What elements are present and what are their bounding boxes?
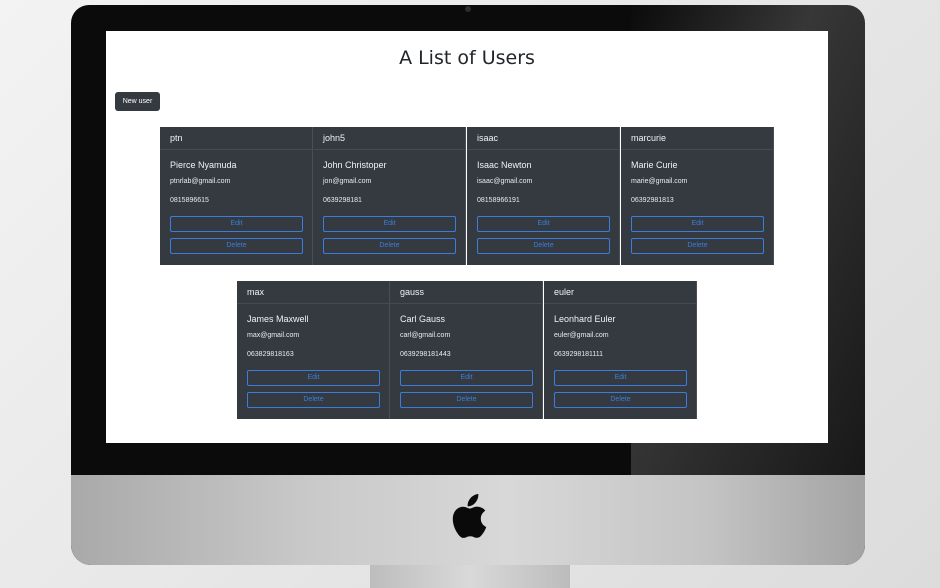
edit-button[interactable]: Edit xyxy=(247,370,380,386)
card-phone: 0639298181 xyxy=(323,197,362,204)
card-header: isaac xyxy=(467,127,620,150)
card-header: gauss xyxy=(390,281,543,304)
card-email: carl@gmail.com xyxy=(400,332,451,339)
edit-button[interactable]: Edit xyxy=(170,216,303,232)
card-phone: 0815896615 xyxy=(170,197,209,204)
camera-icon xyxy=(465,6,471,12)
card-phone: 0639298181111 xyxy=(554,351,604,358)
new-user-button[interactable]: New user xyxy=(115,92,160,111)
card-username: max xyxy=(247,287,265,297)
card-phone: 0639298181443 xyxy=(400,351,451,358)
card-fullname: Marie Curie xyxy=(631,160,678,170)
card-header: marcurie xyxy=(621,127,774,150)
card-email: jon@gmail.com xyxy=(323,178,372,185)
card-fullname: Leonhard Euler xyxy=(554,314,616,324)
delete-button[interactable]: Delete xyxy=(247,392,380,408)
card-phone: 063829818163 xyxy=(247,351,294,358)
user-card: john5 John Christoper jon@gmail.com 0639… xyxy=(313,127,466,265)
user-card: ptn Pierce Nyamuda ptnrlab@gmail.com 081… xyxy=(160,127,313,265)
card-username: john5 xyxy=(323,133,346,143)
user-card: gauss Carl Gauss carl@gmail.com 06392981… xyxy=(390,281,543,419)
card-email: ptnrlab@gmail.com xyxy=(170,178,231,185)
delete-button[interactable]: Delete xyxy=(170,238,303,254)
card-fullname: Pierce Nyamuda xyxy=(170,160,237,170)
delete-button[interactable]: Delete xyxy=(477,238,610,254)
card-email: euler@gmail.com xyxy=(554,332,609,339)
card-header: max xyxy=(237,281,390,304)
edit-button[interactable]: Edit xyxy=(400,370,533,386)
edit-button[interactable]: Edit xyxy=(323,216,456,232)
card-username: marcurie xyxy=(631,133,667,143)
card-header: john5 xyxy=(313,127,466,150)
card-fullname: Carl Gauss xyxy=(400,314,446,324)
user-card: euler Leonhard Euler euler@gmail.com 063… xyxy=(544,281,697,419)
edit-button[interactable]: Edit xyxy=(631,216,764,232)
card-email: isaac@gmail.com xyxy=(477,178,533,185)
delete-button[interactable]: Delete xyxy=(631,238,764,254)
card-username: euler xyxy=(554,287,575,297)
edit-button[interactable]: Edit xyxy=(554,370,687,386)
card-fullname: James Maxwell xyxy=(247,314,309,324)
app-screen: A List of Users New user ptn Pierce Nyam… xyxy=(106,31,828,443)
page-title: A List of Users xyxy=(399,47,535,69)
card-fullname: John Christoper xyxy=(323,160,387,170)
card-username: ptn xyxy=(170,133,183,143)
card-header: ptn xyxy=(160,127,313,150)
delete-button[interactable]: Delete xyxy=(323,238,456,254)
card-phone: 06392981813 xyxy=(631,197,674,204)
card-header: euler xyxy=(544,281,697,304)
edit-button[interactable]: Edit xyxy=(477,216,610,232)
delete-button[interactable]: Delete xyxy=(400,392,533,408)
user-card: max James Maxwell max@gmail.com 06382981… xyxy=(237,281,390,419)
user-card: isaac Isaac Newton isaac@gmail.com 08158… xyxy=(467,127,620,265)
card-username: gauss xyxy=(400,287,425,297)
apple-logo-icon xyxy=(452,494,487,538)
card-phone: 08158966191 xyxy=(477,197,520,204)
card-fullname: Isaac Newton xyxy=(477,160,532,170)
user-card: marcurie Marie Curie marie@gmail.com 063… xyxy=(621,127,774,265)
card-username: isaac xyxy=(477,133,499,143)
card-email: marie@gmail.com xyxy=(631,178,688,185)
card-email: max@gmail.com xyxy=(247,332,300,339)
delete-button[interactable]: Delete xyxy=(554,392,687,408)
